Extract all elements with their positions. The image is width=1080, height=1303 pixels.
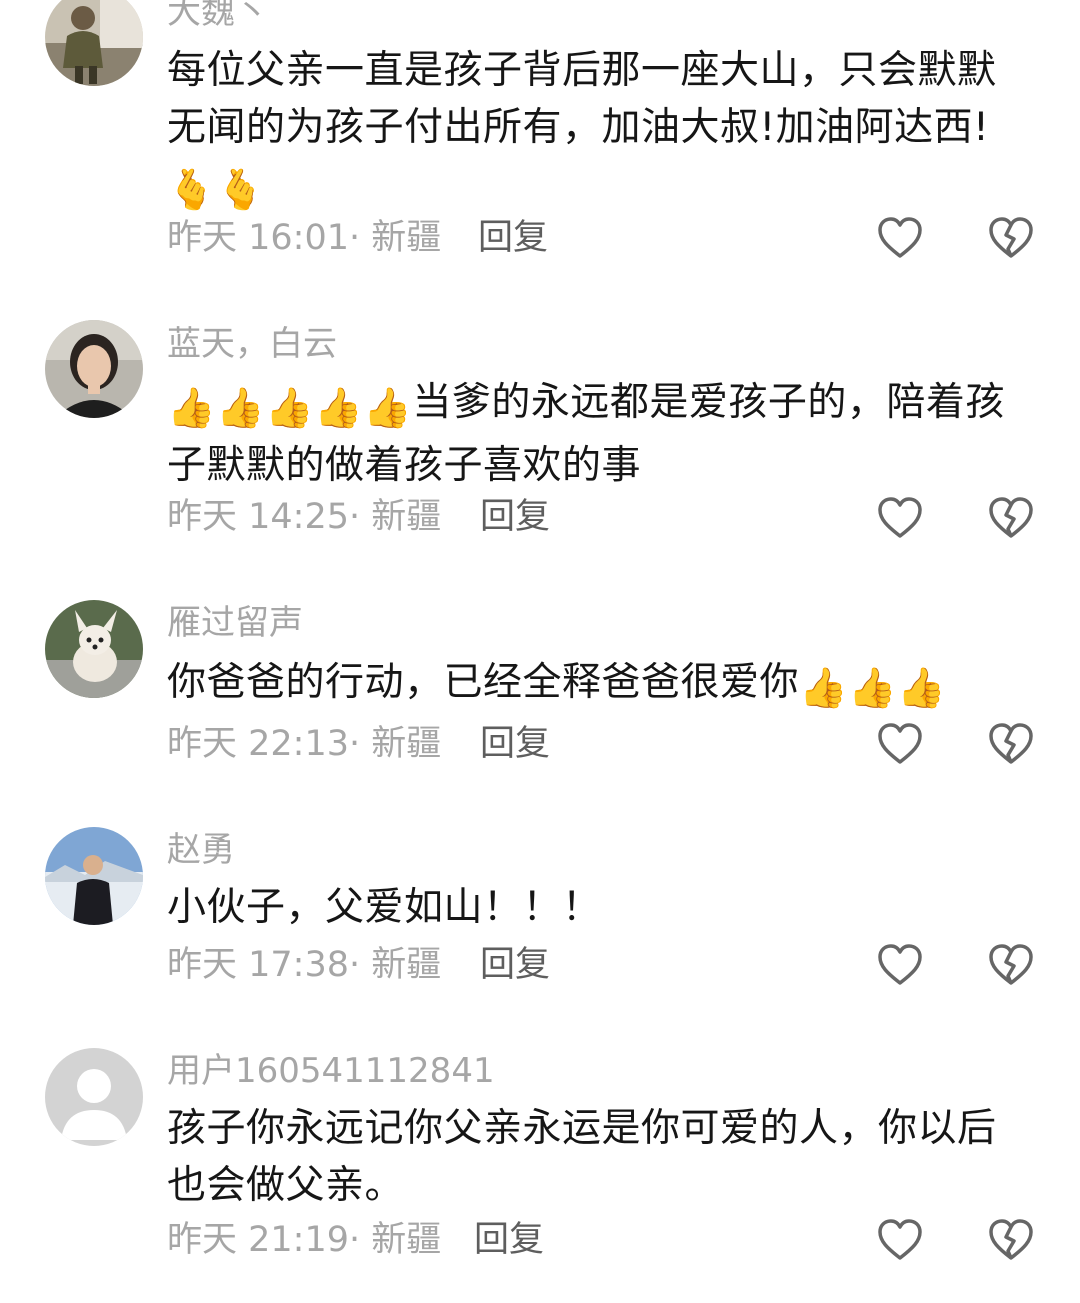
comment-text-body: 小伙子，父爱如山！！！ (167, 885, 602, 930)
comment-time: 昨天 22:13 (167, 724, 349, 764)
user-silhouette-icon (45, 1048, 143, 1146)
comment-username[interactable]: 大魏丶 (167, 0, 269, 32)
comment-username[interactable]: 赵勇 (167, 830, 235, 870)
finger-heart-emoji: 🫰🫰 (167, 168, 266, 213)
reply-button[interactable]: 回复 (480, 722, 550, 766)
broken-heart-icon (989, 1219, 1033, 1260)
comment-text: 小伙子，父爱如山！！！ (167, 879, 1027, 936)
thumbs-up-emoji: 👍👍👍👍👍 (167, 386, 413, 431)
comment-text-body: 每位父亲一直是孩子背后那一座大山，只会默默无闻的为孩子付出所有，加油大叔!加油阿… (167, 48, 997, 150)
like-button[interactable] (877, 216, 923, 260)
avatar[interactable] (45, 0, 143, 86)
comment-location: 新疆 (371, 497, 442, 537)
comment-location: 新疆 (371, 724, 442, 764)
heart-outline-icon (878, 217, 922, 258)
dislike-button[interactable] (988, 496, 1034, 540)
dislike-button[interactable] (988, 216, 1034, 260)
dislike-button[interactable] (988, 722, 1034, 766)
avatar[interactable] (45, 1048, 143, 1146)
like-button[interactable] (877, 943, 923, 987)
comment-time: 昨天 16:01 (167, 218, 349, 258)
reply-button[interactable]: 回复 (478, 216, 548, 260)
heart-outline-icon (878, 1219, 922, 1260)
comment-text: 👍👍👍👍👍当爹的永远都是爱孩子的，陪着孩子默默的做着孩子喜欢的事 (167, 374, 1027, 494)
comment-meta: 昨天 17:38· 新疆 (167, 945, 442, 985)
broken-heart-icon (989, 497, 1033, 538)
comment-location: 新疆 (371, 1220, 442, 1260)
reply-button[interactable]: 回复 (474, 1218, 544, 1262)
broken-heart-icon (989, 217, 1033, 258)
comment-meta: 昨天 16:01· 新疆 (167, 218, 442, 258)
like-button[interactable] (877, 722, 923, 766)
comment-time: 昨天 17:38 (167, 945, 349, 985)
heart-outline-icon (878, 723, 922, 764)
dislike-button[interactable] (988, 1218, 1034, 1262)
comment-username[interactable]: 蓝天，白云 (167, 324, 337, 364)
thumbs-up-emoji: 👍👍👍 (799, 666, 947, 711)
comment-meta: 昨天 14:25· 新疆 (167, 497, 442, 537)
comment-text: 每位父亲一直是孩子背后那一座大山，只会默默无闻的为孩子付出所有，加油大叔!加油阿… (167, 42, 1027, 219)
avatar[interactable] (45, 600, 143, 698)
like-button[interactable] (877, 1218, 923, 1262)
comment-location: 新疆 (371, 945, 442, 985)
like-button[interactable] (877, 496, 923, 540)
comment-text-body: 孩子你永远记你父亲永运是你可爱的人，你以后也会做父亲。 (167, 1106, 997, 1208)
comment-time: 昨天 14:25 (167, 497, 349, 537)
heart-outline-icon (878, 497, 922, 538)
reply-button[interactable]: 回复 (480, 495, 550, 539)
comment-meta: 昨天 22:13· 新疆 (167, 724, 442, 764)
dislike-button[interactable] (988, 943, 1034, 987)
comment-username[interactable]: 雁过留声 (167, 603, 303, 643)
broken-heart-icon (989, 944, 1033, 985)
comment-location: 新疆 (371, 218, 442, 258)
comment-text-body: 你爸爸的行动，已经全释爸爸很爱你 (167, 660, 800, 705)
comment-meta: 昨天 21:19· 新疆 (167, 1220, 442, 1260)
heart-outline-icon (878, 944, 922, 985)
comment-text: 孩子你永远记你父亲永运是你可爱的人，你以后也会做父亲。 (167, 1100, 1027, 1214)
comment-time: 昨天 21:19 (167, 1220, 349, 1260)
comment-username[interactable]: 用户160541112841 (167, 1051, 495, 1091)
avatar[interactable] (45, 827, 143, 925)
broken-heart-icon (989, 723, 1033, 764)
avatar[interactable] (45, 320, 143, 418)
reply-button[interactable]: 回复 (480, 943, 550, 987)
comment-text: 你爸爸的行动，已经全释爸爸很爱你👍👍👍 (167, 654, 1047, 717)
